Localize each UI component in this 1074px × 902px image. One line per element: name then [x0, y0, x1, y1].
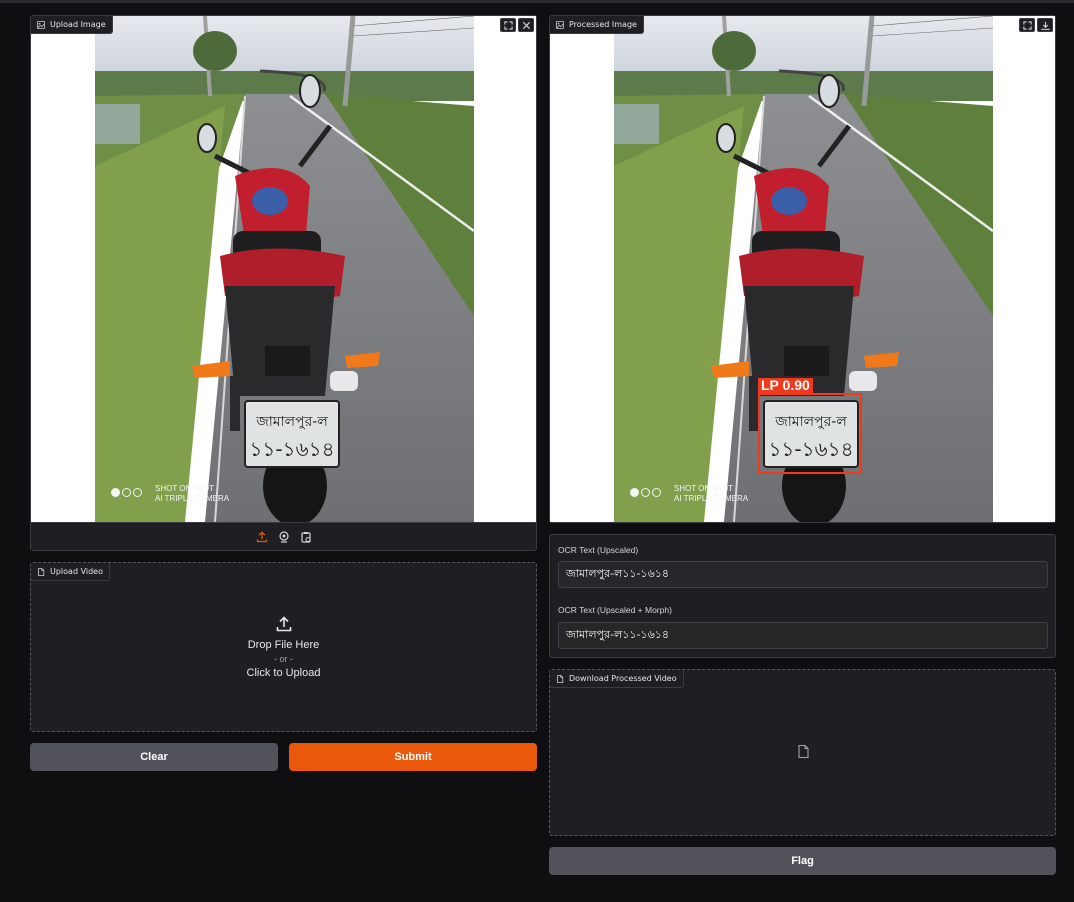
image-icon	[556, 20, 564, 29]
ocr-morph-label: OCR Text (Upscaled + Morph)	[558, 605, 672, 615]
upload-source-toolbar	[31, 522, 536, 550]
close-icon	[522, 21, 530, 29]
drop-file-text: Drop File Here	[247, 639, 320, 651]
ocr-upscaled-textbox[interactable]: জামালপুর-ল১১-১৬১৪	[558, 561, 1048, 588]
ocr-output-panel: OCR Text (Upscaled) জামালপুর-ল১১-১৬১৪ OC…	[549, 534, 1056, 658]
camera-watermark: SHOT ON MI 9T AI TRIPLE CAMERA	[674, 484, 749, 503]
svg-text:১১-১৬১৪: ১১-১৬১৪	[249, 437, 334, 461]
ocr-morph-textbox[interactable]: জামালপুর-ল১১-১৬১৪	[558, 622, 1048, 649]
fullscreen-icon	[1022, 20, 1032, 30]
clear-button[interactable]: Clear	[30, 743, 278, 771]
upload-image-controls	[500, 18, 534, 32]
clipboard-icon[interactable]	[300, 531, 312, 543]
dropzone-prompt: Drop File Here - or - Click to Upload	[31, 563, 536, 731]
top-bar	[0, 0, 1074, 3]
processed-image-label: Processed Image	[550, 16, 644, 34]
click-to-upload-text: Click to Upload	[246, 667, 321, 679]
image-icon	[37, 20, 45, 29]
processed-image-panel: Processed Image জামালপুর-ল ১১-১৬১৪ LP 0.…	[549, 15, 1056, 523]
upload-icon	[276, 616, 291, 632]
svg-text:জামালপুর-ল: জামালপুর-ল	[255, 414, 328, 430]
upload-image-preview[interactable]: জামালপুর-ল ১১-১৬১৪ SHOT ON MI 9T AI TRIP…	[31, 16, 536, 522]
or-text: - or -	[274, 654, 293, 664]
upload-video-dropzone[interactable]: Upload Video Drop File Here - or - Click…	[30, 562, 537, 732]
detection-label: LP 0.90	[758, 378, 813, 393]
upload-icon[interactable]	[256, 531, 268, 543]
flag-button[interactable]: Flag	[549, 847, 1056, 875]
download-image-button[interactable]	[1037, 18, 1053, 32]
camera-dots	[111, 488, 142, 497]
file-icon	[557, 674, 564, 683]
submit-button[interactable]: Submit	[289, 743, 537, 771]
download-video-panel: Download Processed Video	[549, 669, 1056, 836]
file-icon	[38, 567, 45, 576]
motorcycle-photo: জামালপুর-ল ১১-১৬১৪	[95, 16, 474, 522]
upload-image-panel: Upload Image জামালপুর-ল ১১-১৬১৪ SHOT ON …	[30, 15, 537, 551]
upload-video-label: Upload Video	[31, 563, 110, 581]
camera-watermark: SHOT ON MI 9T AI TRIPLE CAMERA	[155, 484, 230, 503]
fullscreen-icon	[503, 20, 513, 30]
download-video-label: Download Processed Video	[550, 670, 684, 688]
clear-image-button[interactable]	[518, 18, 534, 32]
upload-image-label: Upload Image	[31, 16, 113, 34]
camera-dots	[630, 488, 661, 497]
download-icon	[1040, 21, 1050, 30]
webcam-icon[interactable]	[278, 530, 290, 543]
processed-image-preview: জামালপুর-ল ১১-১৬১৪ LP 0.90 SHOT ON MI 9T…	[550, 16, 1055, 522]
ocr-upscaled-label: OCR Text (Upscaled)	[558, 545, 639, 555]
fullscreen-button[interactable]	[1019, 18, 1035, 32]
fullscreen-button[interactable]	[500, 18, 516, 32]
processed-image-controls	[1019, 18, 1053, 32]
detection-box	[758, 393, 862, 474]
empty-file-icon	[798, 745, 809, 758]
